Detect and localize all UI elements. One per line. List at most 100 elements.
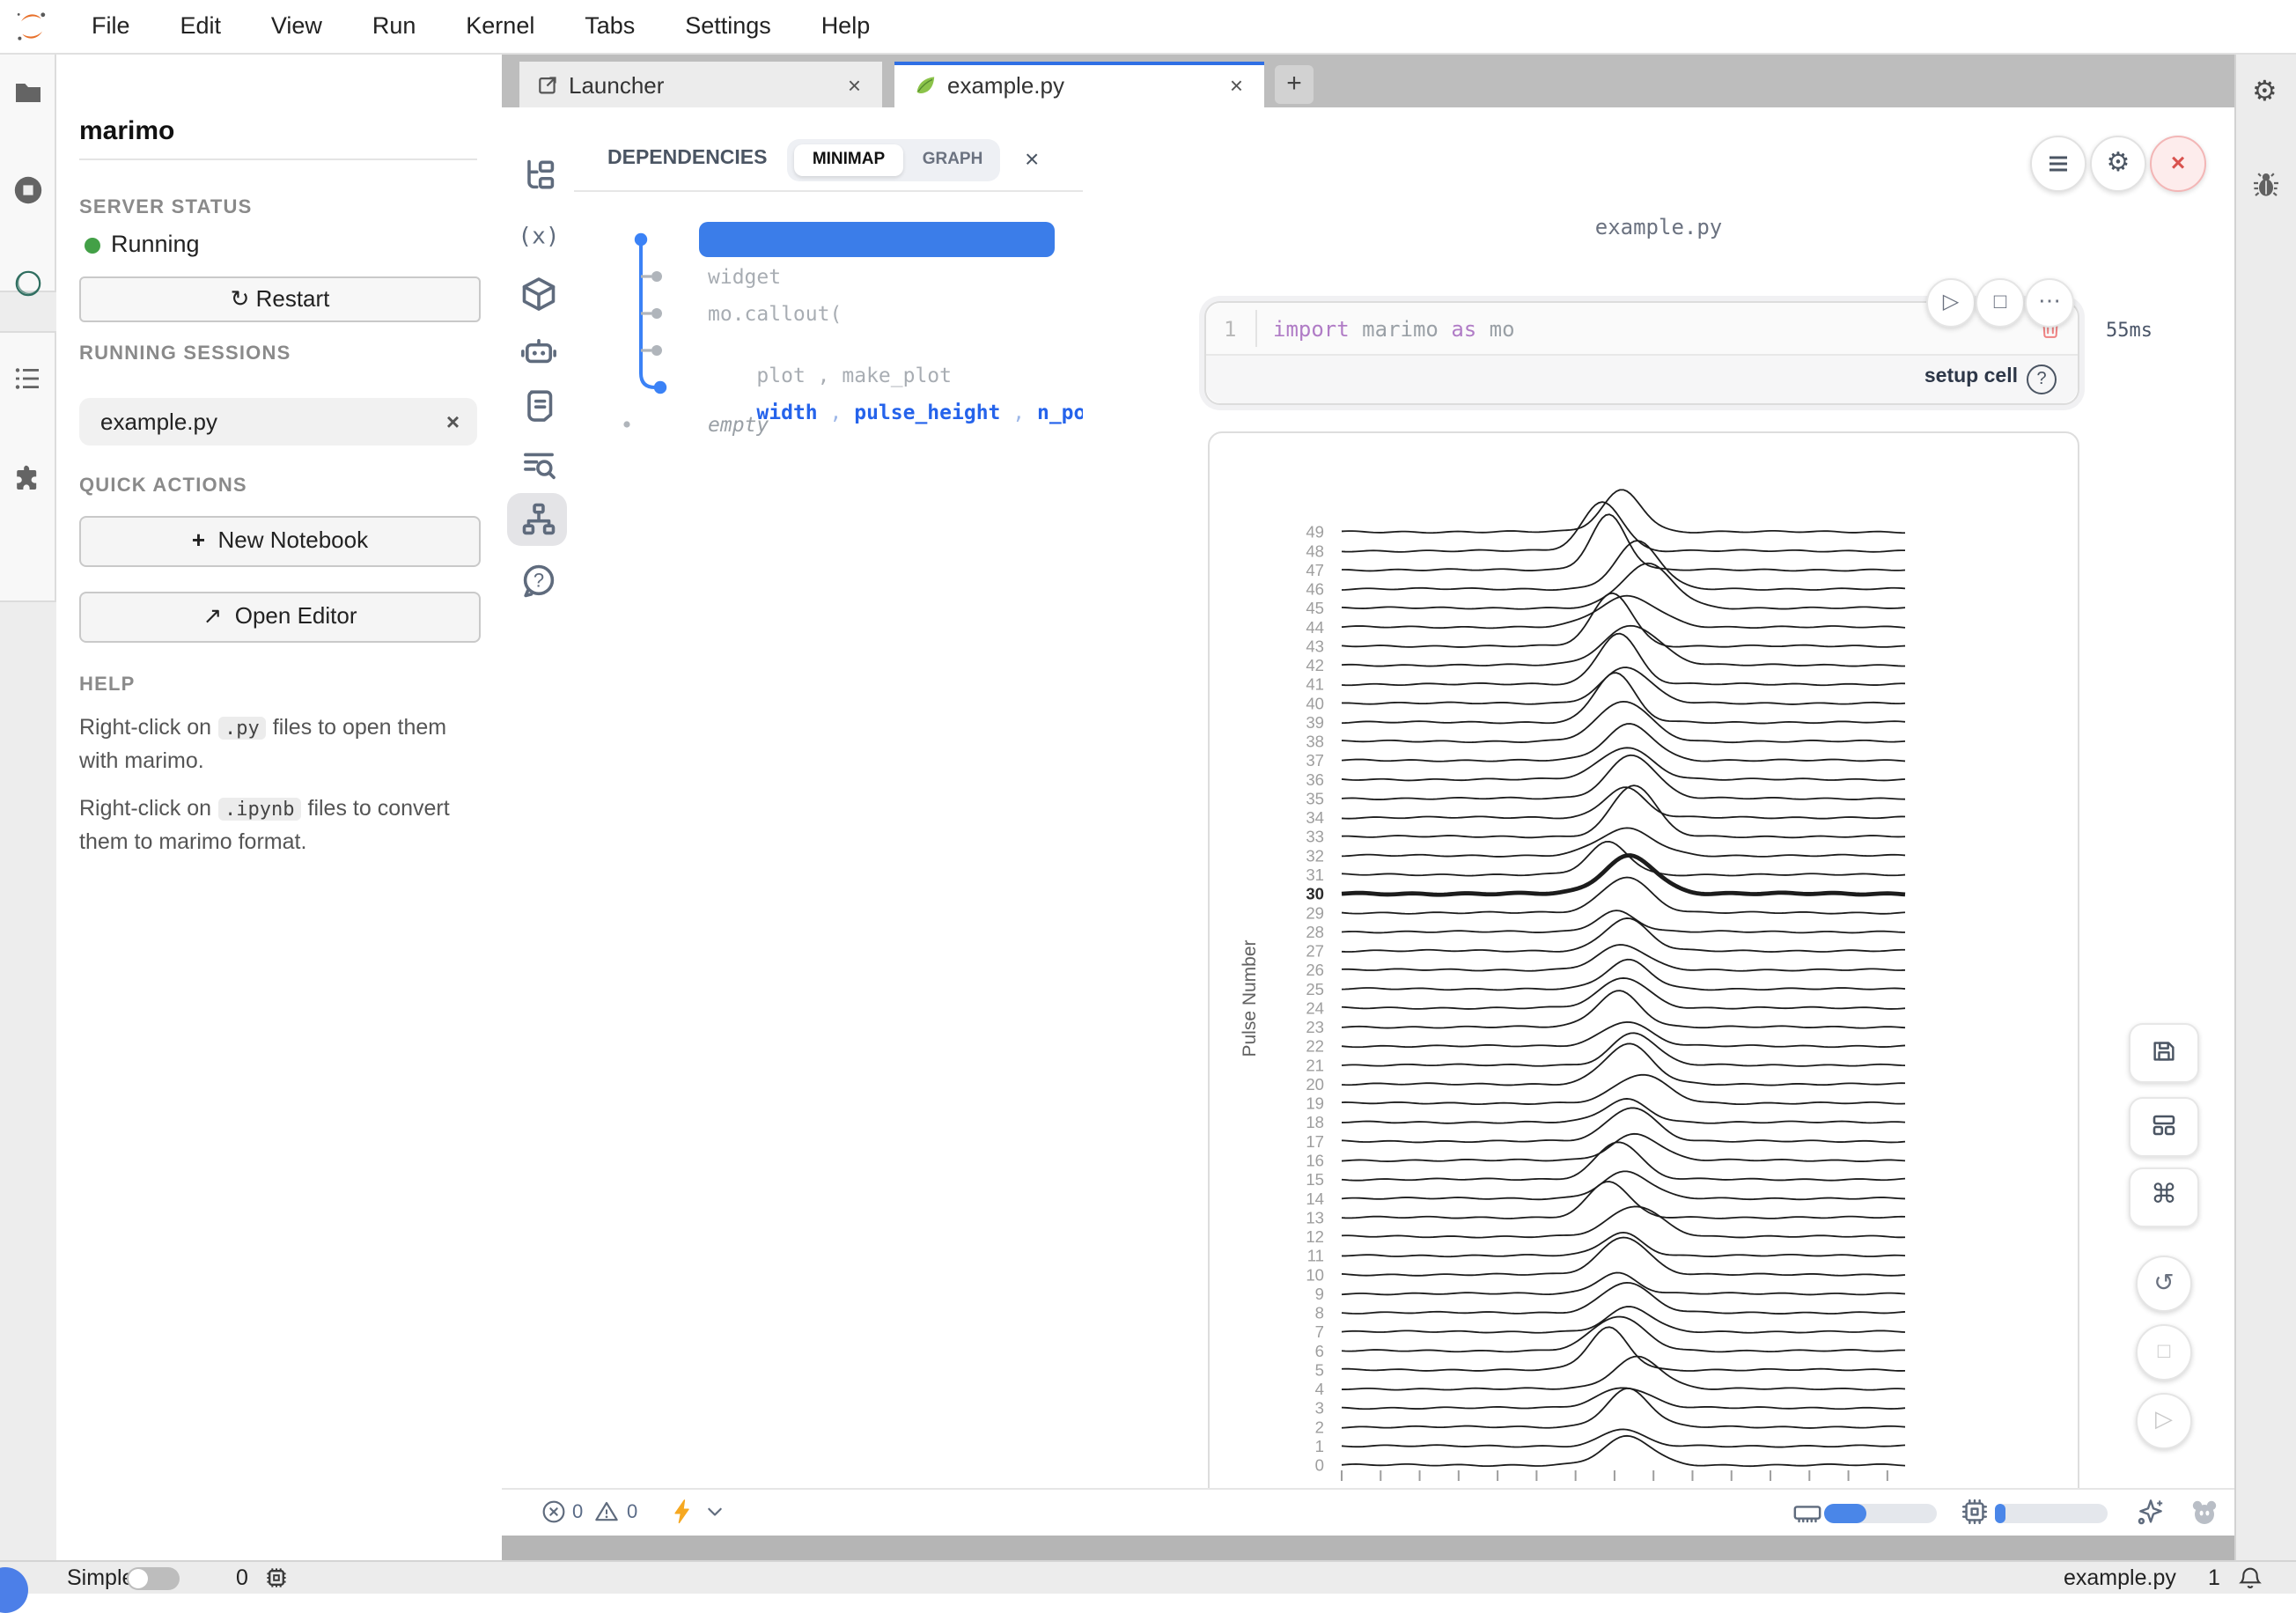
close-session-icon[interactable]: × — [446, 398, 460, 446]
extensions-icon[interactable] — [12, 461, 44, 493]
ai-robot-icon[interactable] — [519, 333, 558, 372]
restart-icon: ↻ — [231, 285, 256, 312]
outline-search-icon[interactable] — [519, 446, 558, 484]
tab-launcher-label: Launcher — [569, 72, 664, 99]
close-tab-icon[interactable]: × — [1230, 72, 1243, 99]
open-editor-button[interactable]: ↗ Open Editor — [79, 592, 481, 643]
close-dependencies-icon[interactable]: × — [1025, 144, 1039, 173]
menu-kernel[interactable]: Kernel — [445, 0, 556, 39]
memory-progress-track — [1824, 1504, 1937, 1523]
sidebar-title: marimo — [79, 116, 174, 146]
shutdown-close-button[interactable]: × — [2150, 136, 2206, 192]
svg-text:12: 12 — [1306, 1227, 1324, 1246]
svg-text:1: 1 — [1315, 1437, 1324, 1455]
tree-item-empty[interactable]: empty — [708, 412, 769, 437]
keyboard-shortcuts-button[interactable]: ⌘ — [2129, 1167, 2199, 1227]
tree-item-callout[interactable]: mo.callout( — [708, 301, 842, 326]
right-rail: ⚙ — [2234, 53, 2296, 1560]
menu-view[interactable]: View — [250, 0, 343, 39]
variables-icon[interactable]: (x) — [519, 217, 558, 255]
chevron-down-icon[interactable] — [706, 1506, 724, 1520]
runtime-bolt-icon[interactable] — [669, 1497, 697, 1527]
help-bubble-icon[interactable]: ? — [519, 562, 558, 600]
bell-icon[interactable] — [2236, 1564, 2264, 1592]
svg-text:11: 11 — [1307, 1247, 1324, 1265]
tree-item-widget[interactable]: widget — [708, 264, 781, 289]
stop-cell-button[interactable]: □ — [1976, 278, 2025, 328]
save-button[interactable] — [2129, 1023, 2199, 1083]
svg-text:27: 27 — [1306, 942, 1324, 961]
warnings-icon[interactable] — [593, 1499, 620, 1525]
hamburger-icon — [2046, 151, 2071, 176]
errors-icon[interactable] — [541, 1499, 567, 1525]
notebook-menu-button[interactable] — [2030, 136, 2086, 192]
interface-mode-label: Simple — [67, 1565, 134, 1590]
packages-cube-icon[interactable] — [519, 275, 558, 313]
close-tab-icon[interactable]: × — [848, 72, 861, 99]
interrupt-button[interactable]: □ — [2136, 1324, 2192, 1381]
marimo-mascot-icon[interactable] — [2189, 1497, 2220, 1528]
svg-text:34: 34 — [1306, 808, 1324, 827]
svg-text:(x): (x) — [519, 223, 558, 249]
tab-example[interactable]: example.py × — [894, 62, 1264, 107]
kernel-chip-icon[interactable] — [264, 1565, 289, 1590]
logs-scroll-icon[interactable] — [519, 386, 558, 424]
svg-text:10: 10 — [1306, 1265, 1324, 1284]
svg-text:43: 43 — [1306, 637, 1324, 655]
debugger-bug-icon[interactable] — [2250, 169, 2282, 201]
svg-text:4: 4 — [1315, 1380, 1324, 1398]
layout-grid-icon — [2150, 1111, 2178, 1139]
layout-toggle-button[interactable] — [2129, 1097, 2199, 1157]
ai-sparkle-icon[interactable] — [2136, 1497, 2166, 1527]
marimo-sidebar: marimo SERVER STATUS Running ↻ Restart R… — [56, 53, 502, 1560]
session-item[interactable]: example.py × — [79, 398, 477, 446]
divider — [79, 158, 477, 160]
dependencies-graph-icon[interactable] — [519, 500, 558, 539]
memory-progress-fill — [1824, 1504, 1867, 1523]
floppy-save-icon — [2150, 1037, 2178, 1065]
svg-text:6: 6 — [1315, 1342, 1324, 1360]
menu-tabs[interactable]: Tabs — [563, 0, 656, 39]
run-all-button[interactable]: ▷ — [2136, 1393, 2192, 1449]
tab-launcher[interactable]: Launcher × — [519, 62, 882, 107]
setup-help-icon[interactable]: ? — [2027, 365, 2057, 394]
menu-settings[interactable]: Settings — [664, 0, 792, 39]
menu-run[interactable]: Run — [351, 0, 438, 39]
minimap-graph-toggle: MINIMAP GRAPH — [787, 139, 1000, 181]
add-tab-button[interactable]: + — [1275, 65, 1314, 104]
run-cell-button[interactable]: ▷ — [1926, 278, 1976, 328]
gutter-divider — [1255, 310, 1257, 347]
svg-text:8: 8 — [1315, 1304, 1324, 1322]
svg-text:30: 30 — [1306, 885, 1324, 903]
chart-output-card: Pulse Number0123456789101112131415161718… — [1208, 431, 2079, 1488]
undo-button[interactable]: ↺ — [2136, 1256, 2192, 1312]
menu-edit[interactable]: Edit — [158, 0, 242, 39]
toggle-graph[interactable]: GRAPH — [910, 144, 995, 176]
svg-text:19: 19 — [1306, 1094, 1324, 1113]
svg-text:14: 14 — [1306, 1189, 1324, 1208]
simple-mode-toggle[interactable] — [127, 1566, 180, 1589]
menu-help[interactable]: Help — [800, 0, 892, 39]
cell-more-button[interactable]: ⋯ — [2025, 278, 2074, 328]
svg-text:15: 15 — [1306, 1170, 1324, 1189]
svg-text:9: 9 — [1315, 1285, 1324, 1303]
gear-icon[interactable]: ⚙ — [2252, 74, 2278, 109]
toggle-minimap[interactable]: MINIMAP — [794, 144, 903, 176]
marimo-panel-icon[interactable] — [12, 268, 44, 299]
statusbar-filename[interactable]: example.py — [2064, 1565, 2176, 1590]
tree-item-pulsarchart[interactable]: PulsarChart — [699, 222, 1055, 257]
file-tree-icon[interactable] — [519, 157, 558, 195]
notebook-filename: example.py — [1083, 215, 2234, 239]
menu-file[interactable]: File — [70, 0, 151, 39]
server-status-value: Running — [111, 231, 200, 257]
notebook-settings-button[interactable]: ⚙ — [2090, 136, 2146, 192]
restart-button[interactable]: ↻ Restart — [79, 276, 481, 322]
svg-text:32: 32 — [1306, 846, 1324, 865]
table-of-contents-icon[interactable] — [12, 363, 44, 394]
running-sessions-icon[interactable] — [12, 174, 44, 206]
toggle-knob — [129, 1568, 148, 1587]
kernel-usage-count: 0 — [236, 1565, 248, 1590]
session-name: example.py — [100, 409, 217, 435]
files-icon[interactable] — [12, 76, 44, 107]
new-notebook-button[interactable]: + New Notebook — [79, 516, 481, 567]
